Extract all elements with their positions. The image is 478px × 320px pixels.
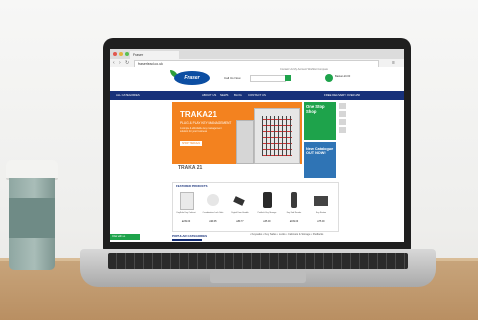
cabinet-door-image xyxy=(236,120,254,164)
product-card[interactable]: KeySafe Key Cabinet £249.00 xyxy=(175,190,197,228)
reload-icon[interactable]: ↻ xyxy=(125,60,129,66)
support-icon[interactable] xyxy=(339,119,346,125)
browser-tab-strip: Fraser xyxy=(110,49,404,59)
promo-catalogue-text: New Catalogue OUT NOW! xyxy=(306,147,334,156)
minimize-window-icon[interactable] xyxy=(119,52,123,56)
nav-blog[interactable]: BLOG xyxy=(234,91,242,100)
key-cabinet-icon xyxy=(180,192,194,210)
search-button[interactable] xyxy=(285,75,291,81)
laptop-keyboard xyxy=(108,253,408,269)
main-nav: ALL CATEGORIES ABOUT US NEWS BLOG CONTAC… xyxy=(110,91,404,100)
product-price: £169.00 xyxy=(289,221,299,223)
site-logo[interactable]: Fraser xyxy=(174,71,210,85)
product-card[interactable]: Key Fob Reader £169.00 xyxy=(283,190,305,228)
hero-title: TRAKA21 xyxy=(180,110,217,119)
nav-all-categories[interactable]: ALL CATEGORIES xyxy=(116,91,140,100)
product-price: £35.00 xyxy=(263,221,271,223)
laptop-trackpad xyxy=(210,271,306,283)
back-arrow-icon[interactable]: ‹ xyxy=(113,60,115,66)
padlock-icon xyxy=(263,192,272,208)
laptop-screen: Fraser ‹ › ↻ fraserlead.co.uk ≡ Fraser C… xyxy=(110,49,404,242)
product-name: Digital Door Handle xyxy=(231,212,249,214)
fob-reader-icon xyxy=(291,192,297,208)
hero-body: A simple & affordable key management sol… xyxy=(180,127,222,133)
cup-lid xyxy=(6,160,58,180)
product-price: £249.00 xyxy=(181,221,191,223)
nav-free-delivery: FREE DELIVERY OVER £50 xyxy=(324,93,361,97)
nav-news[interactable]: NEWS xyxy=(220,91,228,100)
delivery-icon[interactable] xyxy=(339,103,346,109)
address-bar-row: ‹ › ↻ fraserlead.co.uk ≡ xyxy=(110,59,404,68)
cup-sleeve xyxy=(9,198,55,238)
secure-icon[interactable] xyxy=(339,127,346,133)
popular-underline xyxy=(172,239,202,241)
site-header: Fraser Contact Us My Account Wishlist Co… xyxy=(110,67,404,91)
product-card[interactable]: Combination Lock Safe £99.95 xyxy=(202,190,224,228)
hero-footer: TRAKA 21 xyxy=(172,164,302,178)
maximize-window-icon[interactable] xyxy=(125,52,129,56)
hero-footer-label: TRAKA 21 xyxy=(178,165,203,171)
hero-shop-button[interactable]: SHOP TRAKA21 xyxy=(180,141,202,146)
nav-contact-us[interactable]: CONTACT US xyxy=(248,91,266,100)
keys-image xyxy=(262,116,292,156)
product-name: Padlock Key Storage xyxy=(257,212,277,214)
forward-arrow-icon[interactable]: › xyxy=(119,60,121,66)
featured-title: FEATURED PRODUCTS xyxy=(176,184,208,188)
side-icon-column xyxy=(338,102,348,142)
one-stop-shop-promo[interactable]: One Stop Shop xyxy=(304,102,336,140)
lock-safe-icon xyxy=(207,194,219,206)
promo-one-stop-text: One Stop Shop xyxy=(306,104,325,114)
door-handle-icon xyxy=(233,196,245,206)
chat-button[interactable]: Chat with us xyxy=(110,234,140,240)
search-input[interactable] xyxy=(250,75,286,82)
menu-icon[interactable]: ≡ xyxy=(392,60,395,66)
basket-total[interactable]: Basket £0.00 xyxy=(335,75,350,78)
top-links[interactable]: Contact Us My Account Wishlist Compare xyxy=(280,68,328,71)
product-name: Key Station xyxy=(315,212,327,214)
popular-categories-title: POPULAR CATEGORIES xyxy=(172,234,208,238)
product-card[interactable]: Key Station £75.00 xyxy=(310,190,332,228)
phone-text: Call Us Now xyxy=(224,76,241,80)
photo-scene: Fraser ‹ › ↻ fraserlead.co.uk ≡ Fraser C… xyxy=(0,0,478,320)
returns-icon[interactable] xyxy=(339,111,346,117)
product-price: £75.00 xyxy=(317,221,325,223)
hero-subtitle: PLUG & PLAY KEY MANAGEMENT xyxy=(180,121,232,125)
product-card[interactable]: Padlock Key Storage £35.00 xyxy=(256,190,278,228)
key-station-icon xyxy=(314,196,328,206)
product-card[interactable]: Digital Door Handle £89.77 xyxy=(229,190,251,228)
basket-icon[interactable] xyxy=(325,74,333,82)
product-name: Combination Lock Safe xyxy=(202,212,224,214)
nav-about-us[interactable]: ABOUT US xyxy=(202,91,216,100)
close-window-icon[interactable] xyxy=(113,52,117,56)
catalogue-promo[interactable]: New Catalogue OUT NOW! xyxy=(304,142,336,178)
product-name: Key Fob Reader xyxy=(286,212,302,214)
featured-products: FEATURED PRODUCTS KeySafe Key Cabinet £2… xyxy=(172,182,339,232)
product-price: £99.95 xyxy=(209,221,217,223)
coffee-cup xyxy=(6,160,58,270)
hero-banner[interactable]: TRAKA21 PLUG & PLAY KEY MANAGEMENT A sim… xyxy=(172,102,302,164)
popular-filters[interactable]: • Keysafes • Key Safes • Locks • Cabinet… xyxy=(250,233,323,236)
product-price: £89.77 xyxy=(236,221,244,223)
browser-tab[interactable]: Fraser xyxy=(130,51,179,59)
product-name: KeySafe Key Cabinet xyxy=(176,212,196,214)
